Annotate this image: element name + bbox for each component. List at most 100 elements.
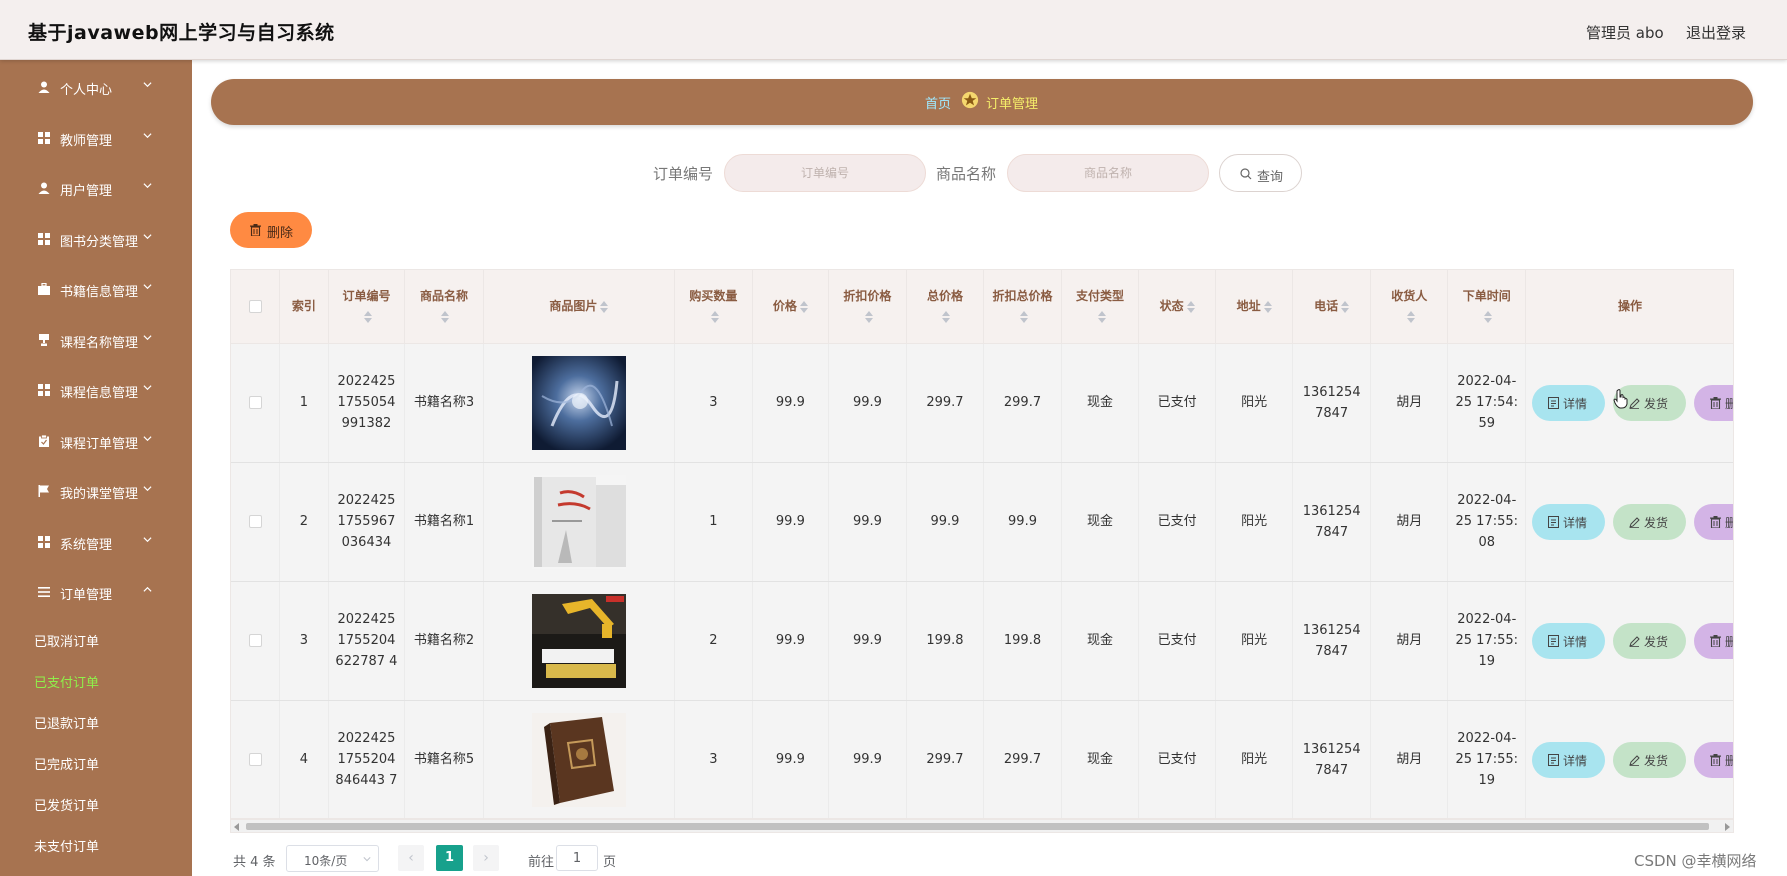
sidebar-item-course-info[interactable]: 课程信息管理: [0, 366, 192, 416]
sort-icon[interactable]: [799, 300, 808, 313]
col-header-discount-total[interactable]: 折扣总价格: [983, 270, 1062, 344]
sort-icon[interactable]: [1341, 300, 1350, 313]
cell-time: 2022-04-25 17:55:19: [1447, 700, 1527, 818]
sidebar-item-system[interactable]: 系统管理: [0, 518, 192, 568]
col-header-order-no[interactable]: 订单编号: [328, 270, 406, 344]
sub-item-completed-orders[interactable]: 已完成订单: [34, 754, 99, 773]
goto-page-input[interactable]: [556, 845, 598, 871]
sort-icon[interactable]: [1406, 310, 1415, 323]
sidebar-item-user[interactable]: 用户管理: [0, 164, 192, 214]
ship-label: 发货: [1644, 634, 1669, 649]
chevron-down-icon: [143, 284, 152, 290]
sidebar-item-course-name[interactable]: 课程名称管理: [0, 316, 192, 366]
delete-button[interactable]: 删除: [1694, 741, 1733, 778]
row-checkbox[interactable]: [248, 515, 262, 528]
detail-button[interactable]: 详情: [1532, 503, 1606, 540]
sidebar-item-my-classroom[interactable]: 我的课堂管理: [0, 467, 192, 517]
sort-icon[interactable]: [1020, 310, 1028, 323]
col-header-qty[interactable]: 购买数量: [674, 270, 753, 344]
detail-button[interactable]: 详情: [1532, 384, 1606, 421]
select-all-checkbox[interactable]: [248, 300, 262, 314]
sort-icon[interactable]: [600, 300, 609, 313]
col-header-product[interactable]: 商品名称: [404, 270, 484, 344]
trash-icon: [250, 224, 261, 236]
sidebar-item-teacher[interactable]: 教师管理: [0, 114, 192, 164]
col-header-status[interactable]: 状态: [1138, 270, 1216, 344]
row-checkbox[interactable]: [248, 753, 262, 766]
sub-item-unpaid-orders[interactable]: 未支付订单: [34, 836, 99, 855]
sort-icon[interactable]: [864, 310, 873, 323]
scroll-right-arrow[interactable]: [1725, 823, 1730, 831]
breadcrumb: 首页 订单管理: [211, 79, 1753, 125]
cell-pay-type: 现金: [1061, 462, 1140, 582]
delete-button[interactable]: 删除: [1694, 503, 1733, 540]
batch-delete-button[interactable]: 删除: [230, 212, 312, 248]
scrollbar-thumb[interactable]: [246, 823, 1709, 830]
trash-icon: [1710, 396, 1722, 409]
col-header-pay-type[interactable]: 支付类型: [1061, 270, 1140, 344]
delete-label: 删除: [1725, 513, 1733, 534]
sidebar-item-order[interactable]: 订单管理: [0, 568, 192, 618]
sort-icon[interactable]: [942, 310, 951, 323]
ship-button[interactable]: 发货: [1613, 503, 1687, 540]
delete-button[interactable]: 删除: [1694, 622, 1733, 659]
sub-item-refunded-orders[interactable]: 已退款订单: [34, 713, 99, 732]
batch-delete-label: 删除: [267, 226, 294, 241]
sidebar-item-personal-center[interactable]: 个人中心: [0, 63, 192, 113]
product-image[interactable]: [531, 355, 626, 450]
sort-icon[interactable]: [1097, 310, 1106, 323]
product-name-input[interactable]: [1007, 154, 1209, 192]
prev-page-button[interactable]: ‹: [398, 845, 424, 871]
product-image[interactable]: [531, 474, 626, 569]
delete-button[interactable]: 删除: [1694, 384, 1733, 421]
col-header-price[interactable]: 价格: [752, 270, 830, 344]
row-checkbox[interactable]: [248, 396, 262, 409]
row-checkbox[interactable]: [248, 634, 262, 647]
cell-status: 已支付: [1138, 462, 1216, 582]
sidebar-item-book-category[interactable]: 图书分类管理: [0, 215, 192, 265]
grid-icon: [38, 384, 50, 396]
detail-button[interactable]: 详情: [1532, 741, 1606, 778]
sort-icon[interactable]: [441, 310, 450, 323]
sub-item-shipped-orders[interactable]: 已发货订单: [34, 795, 99, 814]
header-label: 下单时间: [1462, 289, 1511, 304]
col-header-phone[interactable]: 电话: [1292, 270, 1371, 344]
sort-icon[interactable]: [710, 310, 719, 323]
product-image[interactable]: [531, 593, 626, 688]
sort-icon[interactable]: [1484, 310, 1493, 323]
col-header-total[interactable]: 总价格: [906, 270, 985, 344]
col-header-image[interactable]: 商品图片: [483, 270, 676, 344]
sort-icon[interactable]: [363, 310, 372, 323]
breadcrumb-home-link[interactable]: 首页: [925, 93, 951, 112]
trash-icon: [1710, 634, 1722, 647]
col-header-receiver[interactable]: 收货人: [1370, 270, 1449, 344]
search-button[interactable]: 查询: [1219, 154, 1302, 192]
watermark: CSDN @幸横网络: [1634, 852, 1757, 870]
cell-product: 书籍名称3: [404, 343, 484, 463]
col-header-time[interactable]: 下单时间: [1447, 270, 1527, 344]
current-page-button[interactable]: 1: [436, 845, 463, 871]
chevron-down-icon: [143, 82, 152, 88]
sub-item-paid-orders[interactable]: 已支付订单: [34, 672, 99, 691]
sidebar-item-course-order[interactable]: 课程订单管理: [0, 417, 192, 467]
order-no-input[interactable]: [724, 154, 926, 192]
cell-index: 1: [279, 343, 329, 463]
edit-icon: [1629, 754, 1640, 766]
grid-icon: [38, 233, 50, 245]
ship-button[interactable]: 发货: [1613, 741, 1687, 778]
sort-icon[interactable]: [1263, 300, 1272, 313]
product-image[interactable]: [531, 712, 626, 807]
next-page-button[interactable]: ›: [473, 845, 499, 871]
sort-icon[interactable]: [1186, 300, 1195, 313]
ship-button[interactable]: 发货: [1613, 622, 1687, 659]
col-header-address[interactable]: 地址: [1215, 270, 1294, 344]
sub-item-cancelled-orders[interactable]: 已取消订单: [34, 631, 99, 650]
horizontal-scrollbar[interactable]: [230, 819, 1734, 833]
col-header-discount-price[interactable]: 折扣价格: [828, 270, 907, 344]
delete-label: 删除: [1725, 751, 1733, 772]
page-size-select[interactable]: 10条/页: [286, 845, 379, 872]
scroll-left-arrow[interactable]: [234, 823, 239, 831]
detail-button[interactable]: 详情: [1532, 622, 1606, 659]
sidebar-item-book-info[interactable]: 书籍信息管理: [0, 265, 192, 315]
logout-button[interactable]: 退出登录: [1686, 22, 1746, 43]
